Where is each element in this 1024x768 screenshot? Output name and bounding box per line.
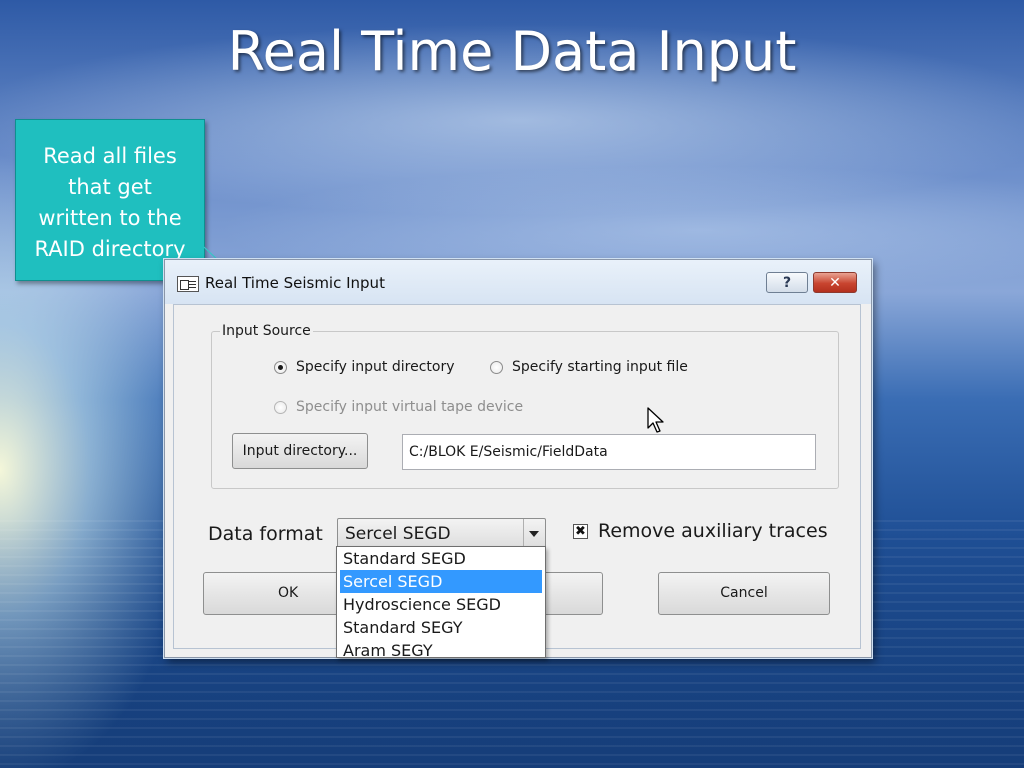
radio-input-directory[interactable]: Specify input directory — [274, 359, 454, 375]
dropdown-option[interactable]: Standard SEGD — [337, 547, 545, 570]
dropdown-option[interactable]: Aram SEGY — [337, 639, 545, 657]
radio-dot-selected — [274, 360, 287, 374]
data-format-selected-value: Sercel SEGD — [345, 524, 451, 544]
slide-title: Real Time Data Input — [227, 20, 797, 83]
data-format-label: Data format — [208, 523, 323, 545]
checkbox-checked-icon: ✖ — [573, 523, 588, 539]
callout-box: Read all files that get written to the R… — [15, 119, 205, 281]
cancel-button[interactable]: Cancel — [658, 572, 830, 615]
dialog-titlebar[interactable]: Real Time Seismic Input ? ✕ — [165, 260, 871, 304]
dialog-title: Real Time Seismic Input — [205, 274, 385, 292]
chevron-down-icon — [529, 531, 539, 537]
mouse-pointer-icon — [647, 407, 664, 433]
input-directory-button[interactable]: Input directory... — [232, 433, 368, 469]
dropdown-option[interactable]: Standard SEGY — [337, 616, 545, 639]
input-directory-field[interactable]: C:/BLOK E/Seismic/FieldData — [402, 434, 816, 470]
input-source-legend: Input Source — [222, 323, 311, 339]
radio-starting-input-file-label: Specify starting input file — [512, 359, 688, 375]
dropdown-option-selected[interactable]: Sercel SEGD — [340, 570, 542, 593]
radio-dot — [490, 360, 503, 374]
radio-dot-disabled — [274, 400, 287, 414]
remove-auxiliary-traces-checkbox[interactable]: ✖ Remove auxiliary traces — [573, 520, 828, 542]
radio-input-directory-label: Specify input directory — [296, 359, 455, 375]
close-button[interactable]: ✕ — [813, 272, 857, 293]
radio-starting-input-file[interactable]: Specify starting input file — [490, 359, 688, 375]
data-format-dropdown-list: Standard SEGD Sercel SEGD Hydroscience S… — [336, 546, 546, 658]
dropdown-option[interactable]: Hydroscience SEGD — [337, 593, 545, 616]
help-button[interactable]: ? — [766, 272, 808, 293]
remove-auxiliary-traces-label: Remove auxiliary traces — [598, 520, 828, 542]
radio-virtual-tape-device: Specify input virtual tape device — [274, 399, 523, 415]
app-icon — [177, 276, 199, 292]
radio-virtual-tape-device-label: Specify input virtual tape device — [296, 399, 524, 415]
